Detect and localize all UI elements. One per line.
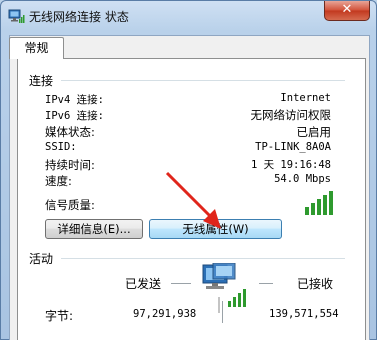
ipv6-value: 无网络访问权限 xyxy=(250,108,332,122)
signal-bar-1 xyxy=(305,207,309,215)
ipv6-label: IPv6 连接: xyxy=(45,110,104,122)
sent-label: 已发送 xyxy=(125,277,162,291)
bytes-sent-value: 97,291,938 xyxy=(133,308,197,320)
media-status-label: 媒体状态: xyxy=(45,125,95,139)
ipv4-value: Internet xyxy=(280,92,331,104)
signal-bar-4 xyxy=(323,195,327,215)
ssid-label: SSID: xyxy=(45,141,77,153)
network-activity-icon xyxy=(202,263,246,313)
close-button[interactable]: ✕ xyxy=(324,1,370,21)
tab-general[interactable]: 常规 xyxy=(9,37,64,59)
connection-heading: 连接 xyxy=(29,74,54,88)
signal-bar-3 xyxy=(317,199,321,215)
details-button[interactable]: 详细信息(E)... xyxy=(45,219,143,239)
ssid-value: TP-LINK_8A0A xyxy=(255,141,331,153)
activity-heading: 活动 xyxy=(29,252,54,266)
close-icon: ✕ xyxy=(341,2,353,17)
title-bar[interactable]: 无线网络连接 状态 ✕ xyxy=(1,1,376,31)
duration-label: 持续时间: xyxy=(45,158,95,172)
activity-divider xyxy=(61,258,345,259)
connection-divider xyxy=(61,80,345,81)
speed-value: 54.0 Mbps xyxy=(274,173,331,185)
signal-quality-label: 信号质量: xyxy=(45,198,95,212)
network-icon xyxy=(7,7,25,25)
speed-label: 速度: xyxy=(45,174,72,188)
window-title: 无线网络连接 状态 xyxy=(29,10,129,24)
signal-strength-icon xyxy=(305,191,333,215)
sent-line xyxy=(171,283,191,284)
bytes-label: 字节: xyxy=(45,309,74,323)
received-line xyxy=(259,283,273,284)
received-label: 已接收 xyxy=(297,277,334,291)
media-status-value: 已启用 xyxy=(296,125,332,139)
ipv4-label: IPv4 连接: xyxy=(45,94,104,106)
signal-bar-5 xyxy=(329,191,333,215)
activity-separator xyxy=(222,301,223,323)
status-window: 无线网络连接 状态 ✕ 常规 连接 IPv4 连接: Internet IPv6… xyxy=(0,0,377,340)
signal-bar-2 xyxy=(311,203,315,215)
bytes-received-value: 139,571,554 xyxy=(269,308,339,320)
duration-value: 1 天 19:16:48 xyxy=(250,159,331,171)
annotation-arrow-icon xyxy=(165,171,221,229)
